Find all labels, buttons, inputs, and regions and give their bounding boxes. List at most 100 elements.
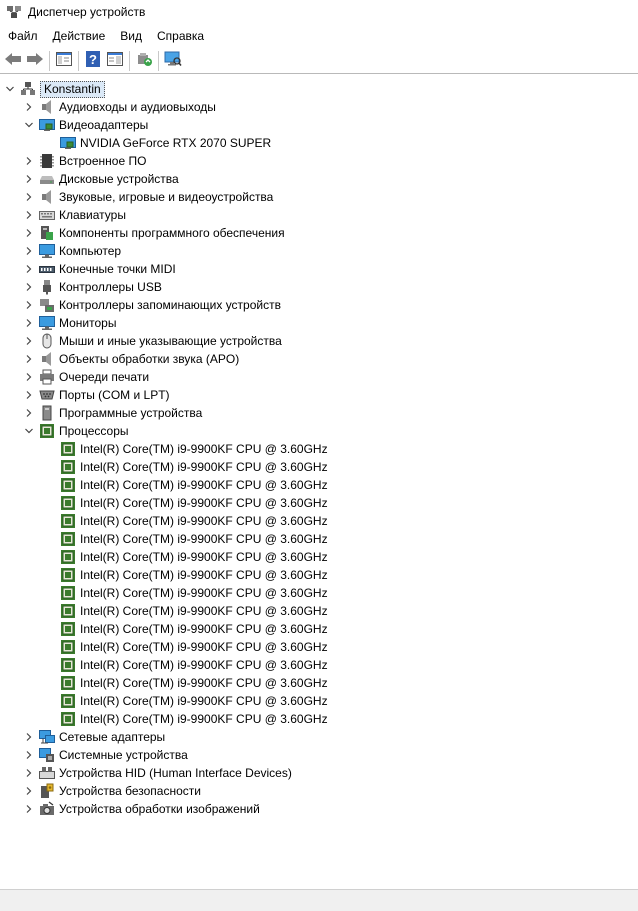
chevron-right-icon[interactable] — [23, 800, 35, 818]
chevron-right-icon[interactable] — [23, 746, 35, 764]
tree-category[interactable]: Конечные точки MIDI — [23, 260, 176, 278]
tree-category[interactable]: Очереди печати — [23, 368, 149, 386]
tree-item-label: Программные устройства — [59, 406, 203, 420]
tree-category[interactable]: Мыши и иные указывающие устройства — [23, 332, 282, 350]
tree-category[interactable]: Объекты обработки звука (APO) — [23, 350, 239, 368]
tree-device[interactable]: Intel(R) Core(TM) i9-9900KF CPU @ 3.60GH… — [60, 692, 328, 710]
tree-device[interactable]: Intel(R) Core(TM) i9-9900KF CPU @ 3.60GH… — [60, 638, 328, 656]
tree-item-label: Звуковые, игровые и видеоустройства — [59, 190, 274, 204]
tree-category[interactable]: Компьютер — [23, 242, 121, 260]
tree-category[interactable]: Компоненты программного обеспечения — [23, 224, 285, 242]
tree-category[interactable]: Клавиатуры — [23, 206, 126, 224]
chevron-down-icon[interactable] — [23, 116, 35, 134]
chevron-right-icon[interactable] — [23, 188, 35, 206]
camera-icon — [39, 801, 55, 817]
tree-item-label: Контроллеры запоминающих устройств — [59, 298, 281, 312]
help-button[interactable]: ? — [82, 50, 104, 72]
chevron-right-icon[interactable] — [23, 386, 35, 404]
chevron-right-icon[interactable] — [23, 224, 35, 242]
chevron-right-icon[interactable] — [23, 278, 35, 296]
chevron-right-icon[interactable] — [23, 296, 35, 314]
arrow-left-icon — [4, 52, 22, 69]
tree-device[interactable]: Intel(R) Core(TM) i9-9900KF CPU @ 3.60GH… — [60, 530, 328, 548]
tree-device[interactable]: Intel(R) Core(TM) i9-9900KF CPU @ 3.60GH… — [60, 440, 328, 458]
show-hide-console-tree-button[interactable] — [53, 50, 75, 72]
tree-category[interactable]: Устройства HID (Human Interface Devices) — [23, 764, 292, 782]
tree-category[interactable]: Порты (COM и LPT) — [23, 386, 170, 404]
tree-item-label: Устройства обработки изображений — [59, 802, 260, 816]
menu-item-file[interactable]: Файл — [1, 26, 45, 46]
tree-device[interactable]: Intel(R) Core(TM) i9-9900KF CPU @ 3.60GH… — [60, 674, 328, 692]
chevron-right-icon[interactable] — [23, 206, 35, 224]
tree-category[interactable]: Системные устройства — [23, 746, 188, 764]
tree-category[interactable]: Мониторы — [23, 314, 116, 332]
menu-item-view[interactable]: Вид — [113, 26, 149, 46]
tree-category[interactable]: Звуковые, игровые и видеоустройства — [23, 188, 273, 206]
tree-device[interactable]: NVIDIA GeForce RTX 2070 SUPER — [60, 134, 271, 152]
speaker-icon — [39, 351, 55, 367]
chevron-right-icon[interactable] — [23, 404, 35, 422]
tree-device[interactable]: Intel(R) Core(TM) i9-9900KF CPU @ 3.60GH… — [60, 458, 328, 476]
tree-category[interactable]: Процессоры — [23, 422, 129, 440]
tree-category[interactable]: Аудиовходы и аудиовыходы — [23, 98, 216, 116]
tree-item-label: Объекты обработки звука (APO) — [59, 352, 240, 366]
tree-item-label: Intel(R) Core(TM) i9-9900KF CPU @ 3.60GH… — [80, 496, 328, 510]
tree-device[interactable]: Intel(R) Core(TM) i9-9900KF CPU @ 3.60GH… — [60, 584, 328, 602]
tree-device[interactable]: Intel(R) Core(TM) i9-9900KF CPU @ 3.60GH… — [60, 566, 328, 584]
hid-icon — [39, 765, 55, 781]
monitor-icon — [39, 315, 55, 331]
chevron-right-icon[interactable] — [23, 170, 35, 188]
tree-item-label: Intel(R) Core(TM) i9-9900KF CPU @ 3.60GH… — [80, 478, 328, 492]
tree-item-label: Компьютер — [59, 244, 122, 258]
chevron-right-icon[interactable] — [23, 260, 35, 278]
update-driver-button[interactable] — [133, 50, 155, 72]
chevron-right-icon[interactable] — [23, 782, 35, 800]
forward-button[interactable] — [24, 50, 46, 72]
tree-category[interactable]: Контроллеры запоминающих устройств — [23, 296, 281, 314]
chevron-right-icon[interactable] — [23, 98, 35, 116]
chevron-right-icon[interactable] — [23, 368, 35, 386]
chevron-right-icon[interactable] — [23, 764, 35, 782]
menu-item-action[interactable]: Действие — [46, 26, 113, 46]
tree-root[interactable]: Konstantin — [4, 80, 105, 98]
tree-item-label: Устройства безопасности — [59, 784, 201, 798]
tree-category[interactable]: Устройства обработки изображений — [23, 800, 260, 818]
processor-icon — [60, 549, 76, 565]
tree-device[interactable]: Intel(R) Core(TM) i9-9900KF CPU @ 3.60GH… — [60, 548, 328, 566]
tree-device[interactable]: Intel(R) Core(TM) i9-9900KF CPU @ 3.60GH… — [60, 656, 328, 674]
chevron-right-icon[interactable] — [23, 314, 35, 332]
tree-device[interactable]: Intel(R) Core(TM) i9-9900KF CPU @ 3.60GH… — [60, 512, 328, 530]
midi-icon — [39, 261, 55, 277]
chevron-down-icon[interactable] — [4, 80, 16, 98]
menu-bar: Файл Действие Вид Справка — [0, 26, 638, 46]
tree-device[interactable]: Intel(R) Core(TM) i9-9900KF CPU @ 3.60GH… — [60, 620, 328, 638]
processor-icon — [60, 657, 76, 673]
chevron-right-icon[interactable] — [23, 350, 35, 368]
tree-device[interactable]: Intel(R) Core(TM) i9-9900KF CPU @ 3.60GH… — [60, 602, 328, 620]
tree-device[interactable]: Intel(R) Core(TM) i9-9900KF CPU @ 3.60GH… — [60, 476, 328, 494]
tree-category[interactable]: Контроллеры USB — [23, 278, 162, 296]
chevron-right-icon[interactable] — [23, 152, 35, 170]
keyboard-icon — [39, 207, 55, 223]
back-button[interactable] — [2, 50, 24, 72]
tree-item-label: Intel(R) Core(TM) i9-9900KF CPU @ 3.60GH… — [80, 568, 328, 582]
chevron-right-icon[interactable] — [23, 332, 35, 350]
menu-item-help[interactable]: Справка — [150, 26, 211, 46]
tree-category[interactable]: Программные устройства — [23, 404, 202, 422]
tree-category[interactable]: Сетевые адаптеры — [23, 728, 165, 746]
tree-category[interactable]: Встроенное ПО — [23, 152, 146, 170]
display-adapter-icon — [60, 135, 76, 151]
properties-pane-button[interactable] — [104, 50, 126, 72]
tree-item-label: Процессоры — [59, 424, 129, 438]
tree-category[interactable]: Дисковые устройства — [23, 170, 179, 188]
scan-hardware-button[interactable] — [162, 50, 184, 72]
chevron-right-icon[interactable] — [23, 242, 35, 260]
tree-item-label: Аудиовходы и аудиовыходы — [59, 100, 216, 114]
tree-category[interactable]: Видеоадаптеры — [23, 116, 148, 134]
printer-icon — [39, 369, 55, 385]
chevron-right-icon[interactable] — [23, 728, 35, 746]
tree-category[interactable]: Устройства безопасности — [23, 782, 201, 800]
tree-device[interactable]: Intel(R) Core(TM) i9-9900KF CPU @ 3.60GH… — [60, 494, 328, 512]
chevron-down-icon[interactable] — [23, 422, 35, 440]
tree-device[interactable]: Intel(R) Core(TM) i9-9900KF CPU @ 3.60GH… — [60, 710, 328, 728]
